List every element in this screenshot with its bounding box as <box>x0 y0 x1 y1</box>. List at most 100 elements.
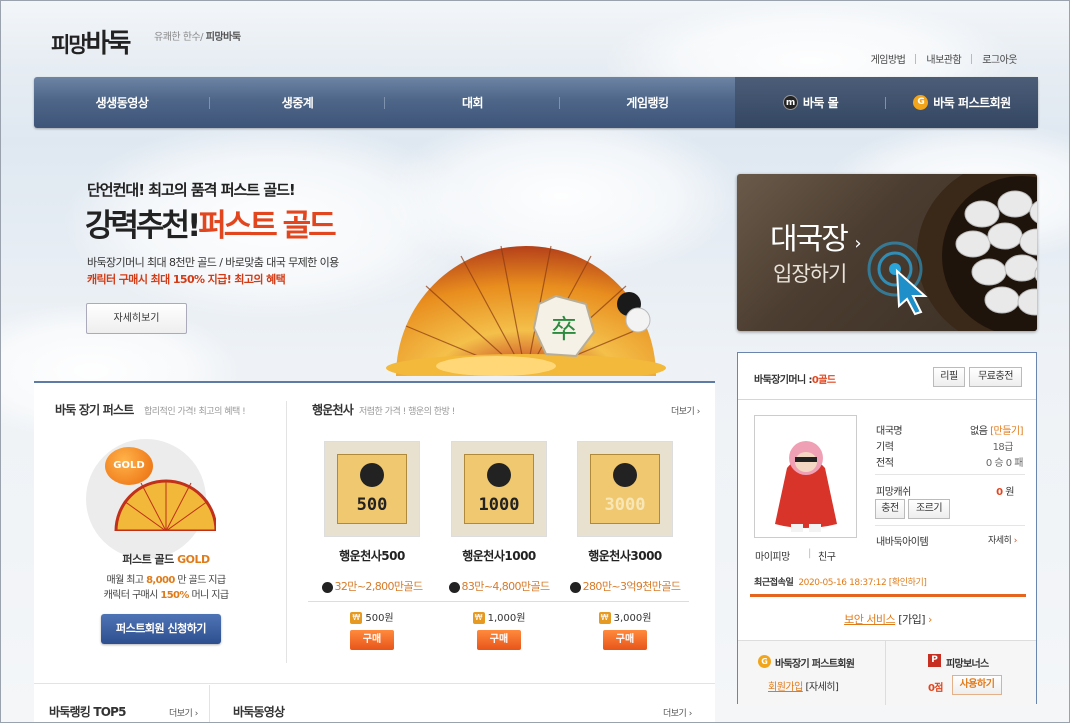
divider <box>308 601 436 602</box>
video-title: 바둑동영상 <box>233 705 285 719</box>
nav-label: 대회 <box>461 96 484 110</box>
nav-item-first-member[interactable]: G 바둑 퍼스트회원 <box>886 77 1038 128</box>
go-board-icon: 500 <box>337 454 407 524</box>
enter-line-1: 대국장 <box>770 222 849 257</box>
video-more-link[interactable]: 더보기 › <box>663 706 692 719</box>
last-login-check-link[interactable]: [확인하기] <box>889 578 927 588</box>
skill-value: 18급 <box>992 442 1014 453</box>
product-name: 퍼스트 골드 <box>122 553 174 566</box>
room-name-value: 없음 [만들기] <box>933 422 1023 437</box>
first-member-signup-button[interactable]: 퍼스트회원 신청하기 <box>101 614 221 644</box>
ranking-more-link[interactable]: 더보기 › <box>169 706 198 719</box>
divider <box>915 53 917 64</box>
go-board-icon: 1000 <box>464 454 534 524</box>
item-price-text: 1,000원 <box>487 613 526 624</box>
nav-item-mall[interactable]: m 바둑 몰 <box>735 77 886 128</box>
item-price-text: 500원 <box>365 613 394 624</box>
first-member-icon: G <box>758 655 771 668</box>
divider <box>875 474 1025 475</box>
link-how-to-play[interactable]: 게임방법 <box>871 51 906 66</box>
nav-item-live[interactable]: 생중계 <box>210 77 385 128</box>
mypimang-link[interactable]: 마이피망 <box>755 548 790 563</box>
enter-game-room-banner[interactable]: 대국장 › 입장하기 <box>737 174 1037 331</box>
enter-title: 대국장 › <box>770 214 862 258</box>
bonus-box: P 피망보너스 0점 사용하기 <box>886 640 1036 705</box>
divider <box>971 53 973 64</box>
item-range-text: 83만~4,800만골드 <box>461 580 551 593</box>
divider <box>561 601 689 602</box>
cash-amount: 0 <box>996 487 1003 498</box>
my-items-more-link[interactable]: 자세히 › <box>988 533 1017 546</box>
item-range-text: 280만~3억9천만골드 <box>582 580 681 593</box>
more-label: 더보기 <box>663 709 687 719</box>
first-gold-name: 퍼스트 골드 GOLD <box>86 551 246 567</box>
free-charge-button[interactable]: 무료충전 <box>969 367 1022 387</box>
top-links: 게임방법 내보관함 로그아웃 <box>871 51 1017 66</box>
item-range-text: 32만~2,800만골드 <box>334 580 424 593</box>
buy-button[interactable]: 구매 <box>350 630 394 650</box>
first-member-box: G 바둑장기 퍼스트회원 회원가입 [자세히] <box>738 640 886 705</box>
chevron-right-icon: › <box>928 613 932 626</box>
item-range: 280만~3억9천만골드 <box>560 578 690 594</box>
lucky-item-image[interactable]: 500 <box>324 441 420 537</box>
buy-button[interactable]: 구매 <box>477 630 521 650</box>
lucky-item-image[interactable]: 3000 <box>577 441 673 537</box>
buy-button[interactable]: 구매 <box>603 630 647 650</box>
svg-text:卒: 卒 <box>551 315 577 345</box>
item-name: 행운천사500 <box>339 549 405 563</box>
bonus-use-button[interactable]: 사용하기 <box>952 675 1002 695</box>
logo-text-1: 피망 <box>51 33 88 57</box>
chevron-right-icon: › <box>1013 536 1018 546</box>
divider <box>875 525 1025 526</box>
desc-text: 머니 지급 <box>191 590 229 601</box>
lucky-item-1000: 1000 행운천사1000 83만~4,800만골드 ₩1,000원 구매 <box>434 441 564 650</box>
cash-unit: 원 <box>1005 487 1014 498</box>
desc-line-2: 캐릭터 구매시 150% 머니 지급 <box>86 588 246 603</box>
security-link: 보안 서비스 <box>844 613 896 626</box>
refill-button[interactable]: 리필 <box>933 367 965 387</box>
lucky-more-link[interactable]: 더보기 › <box>671 404 700 417</box>
nav-item-videos[interactable]: 생생동영상 <box>34 77 210 128</box>
tagline-a: 유쾌한 한수/ <box>154 32 204 43</box>
link-my-storage[interactable]: 내보관함 <box>926 51 961 66</box>
coin-icon <box>448 581 460 593</box>
cash-value: 0 원 <box>953 483 1014 498</box>
item-number: 3000 <box>604 495 646 515</box>
lucky-item-image[interactable]: 1000 <box>451 441 547 537</box>
friend-link[interactable]: 친구 <box>818 548 836 563</box>
user-info-panel: 바둑장기머니 :0골드 리필 무료충전 대국명 없음 [만들기] 기력 18급 … <box>737 352 1038 705</box>
orange-divider <box>750 594 1026 597</box>
won-icon: ₩ <box>472 612 485 624</box>
first-detail-link[interactable]: [자세히] <box>806 682 839 693</box>
room-name-text: 없음 <box>970 426 988 437</box>
page-frame: 피망바둑 유쾌한 한수/ 피망바둑 게임방법 내보관함 로그아웃 생생동영상 생… <box>0 0 1070 723</box>
item-price: ₩3,000원 <box>560 609 690 624</box>
beg-button[interactable]: 조르기 <box>908 499 950 519</box>
main-nav: 생생동영상 생중계 대회 게임랭킹 m 바둑 몰 G 바둑 퍼스트회원 <box>34 77 1038 128</box>
first-member-icon: G <box>913 95 929 110</box>
promo-detail-button[interactable]: 자세히보기 <box>86 303 187 334</box>
security-service[interactable]: 보안 서비스 [가입] › <box>738 611 1038 627</box>
lucky-section-title: 행운천사 <box>312 403 354 417</box>
first-join-link[interactable]: 회원가입 <box>768 682 803 693</box>
link-logout[interactable]: 로그아웃 <box>982 51 1017 66</box>
nav-item-tournament[interactable]: 대회 <box>385 77 560 128</box>
cursor-icon <box>867 241 928 316</box>
make-room-link[interactable]: [만들기] <box>990 426 1023 437</box>
security-join: [가입] <box>898 613 926 626</box>
nav-item-ranking[interactable]: 게임랭킹 <box>560 77 735 128</box>
item-name: 행운천사3000 <box>588 549 662 563</box>
divider <box>286 401 287 663</box>
avatar[interactable] <box>754 415 857 538</box>
divider <box>209 685 210 722</box>
game-money: 바둑장기머니 :0골드 <box>754 371 836 386</box>
nav-label: 게임랭킹 <box>626 96 669 110</box>
more-label: 더보기 <box>169 709 193 719</box>
angel-icon <box>360 463 384 487</box>
first-member-links: 회원가입 [자세히] <box>768 678 839 693</box>
site-logo[interactable]: 피망바둑 <box>51 23 131 60</box>
lucky-item-500: 500 행운천사500 32만~2,800만골드 ₩500원 구매 <box>307 441 437 650</box>
promo-subtitle: 단언컨대! 최고의 품격 퍼스트 골드! <box>87 181 296 199</box>
charge-button[interactable]: 충전 <box>875 499 905 519</box>
money-label: 바둑장기머니 <box>754 375 806 386</box>
